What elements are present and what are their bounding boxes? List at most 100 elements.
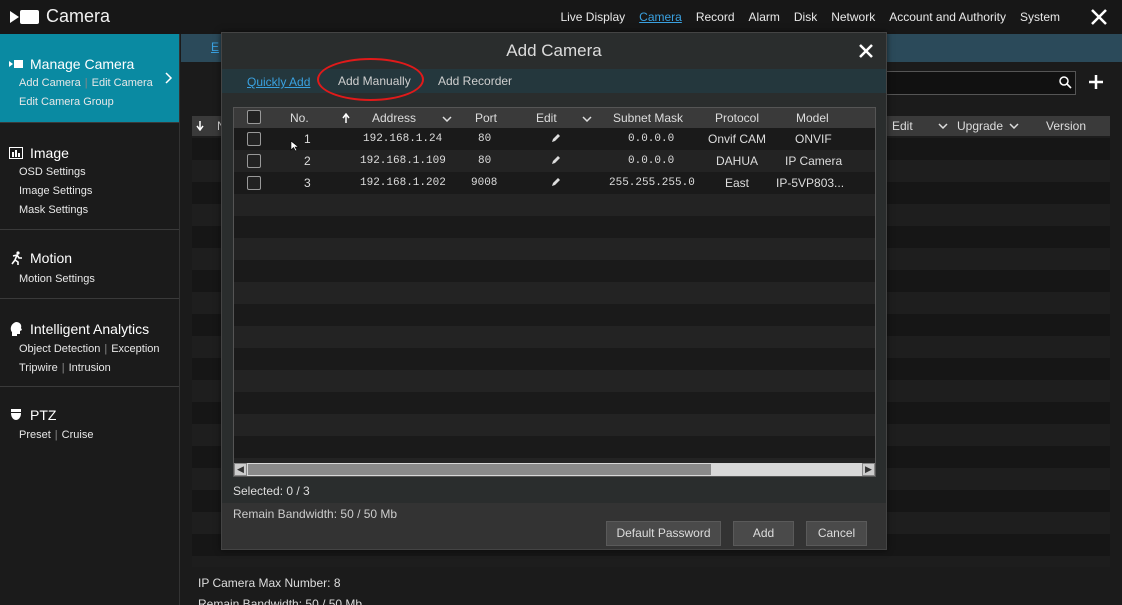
camera-search-table: No. Address Port Edit Subnet Mask Protoc… — [233, 107, 876, 477]
sidebar-item-intrusion[interactable]: Intrusion — [69, 362, 111, 374]
column-edit[interactable]: Edit — [536, 111, 557, 125]
selected-count: Selected: 0 / 3 — [233, 484, 310, 498]
mouse-pointer-icon — [290, 140, 300, 152]
nav-network[interactable]: Network — [831, 10, 875, 24]
add-button[interactable]: Add — [733, 521, 794, 546]
row-checkbox[interactable] — [247, 132, 261, 146]
nav-live-display[interactable]: Live Display — [560, 10, 625, 24]
nav-disk[interactable]: Disk — [794, 10, 817, 24]
scrollbar-thumb[interactable] — [248, 464, 711, 475]
pencil-icon[interactable] — [550, 155, 561, 166]
sidebar-title-intelligent-analytics: Intelligent Analytics — [30, 321, 150, 337]
sidebar-links-image: OSD Settings Image Settings Mask Setting… — [19, 163, 92, 220]
chevron-right-icon — [165, 72, 173, 84]
default-password-button[interactable]: Default Password — [606, 521, 721, 546]
sidebar-section-motion: Motion Motion Settings — [0, 230, 179, 299]
cell-protocol: Onvif CAM — [708, 132, 767, 146]
cell-subnet-mask: 0.0.0.0 — [628, 155, 675, 167]
column-no: No. — [290, 111, 309, 125]
table-row[interactable]: 3 192.168.1.202 9008 255.255.255.0 East … — [234, 172, 875, 194]
app-title: Camera — [46, 6, 111, 26]
cell-no: 1 — [304, 132, 311, 146]
nav-camera[interactable]: Camera — [639, 10, 682, 24]
column-port: Port — [475, 111, 498, 125]
table-row[interactable]: 2 192.168.1.109 80 0.0.0.0 DAHUA IP Came… — [234, 150, 875, 172]
chevron-down-icon[interactable] — [582, 116, 592, 122]
close-icon[interactable] — [858, 43, 874, 59]
chevron-down-icon[interactable] — [938, 123, 948, 129]
cell-model: IP Camera — [785, 154, 843, 168]
table-header: No. Address Port Edit Subnet Mask Protoc… — [234, 108, 875, 128]
sidebar-section-image: Image OSD Settings Image Settings Mask S… — [0, 123, 179, 230]
background-tab[interactable]: E — [211, 40, 219, 54]
head-icon — [8, 322, 24, 336]
sidebar-item-add-camera[interactable]: Add Camera — [19, 77, 81, 89]
cell-subnet-mask: 0.0.0.0 — [628, 133, 675, 145]
top-nav: Live Display Camera Record Alarm Disk Ne… — [546, 10, 1060, 24]
sidebar-item-exception[interactable]: Exception — [111, 343, 159, 355]
scroll-left-arrow-icon[interactable]: ◀ — [234, 463, 247, 476]
cell-port: 80 — [478, 133, 492, 145]
sidebar-item-motion-settings[interactable]: Motion Settings — [19, 273, 95, 285]
chevron-down-icon[interactable] — [1009, 123, 1019, 129]
top-bar: Camera Live Display Camera Record Alarm … — [0, 0, 1122, 34]
cell-protocol: DAHUA — [716, 154, 759, 168]
cell-subnet-mask: 255.255.255.0 — [609, 177, 695, 189]
running-person-icon — [8, 251, 24, 265]
close-icon[interactable] — [1090, 8, 1108, 26]
remain-bandwidth: Remain Bandwidth: 50 / 50 Mb — [233, 507, 398, 521]
chevron-down-icon[interactable] — [442, 116, 452, 122]
plus-icon[interactable] — [1088, 74, 1104, 90]
column-model: Model — [796, 111, 829, 125]
sidebar-section-manage-camera: Manage Camera Add Camera | Edit Camera Edi… — [0, 34, 179, 123]
background-search-input[interactable] — [880, 71, 1076, 95]
sidebar-item-osd-settings[interactable]: OSD Settings — [19, 166, 86, 178]
sidebar-item-mask-settings[interactable]: Mask Settings — [19, 204, 88, 216]
ip-camera-max-number: IP Camera Max Number: 8 — [198, 576, 341, 590]
empty-rows — [234, 194, 875, 464]
select-all-checkbox[interactable] — [247, 110, 261, 124]
nav-alarm[interactable]: Alarm — [749, 10, 780, 24]
scroll-right-arrow-icon[interactable]: ▶ — [862, 463, 875, 476]
tab-add-recorder[interactable]: Add Recorder — [438, 74, 512, 88]
cell-port: 9008 — [471, 177, 498, 189]
search-icon[interactable] — [1059, 76, 1072, 89]
arrow-down-icon[interactable] — [196, 121, 204, 131]
sidebar-item-edit-camera-group[interactable]: Edit Camera Group — [19, 96, 114, 108]
nav-system[interactable]: System — [1020, 10, 1060, 24]
column-address[interactable]: Address — [372, 111, 416, 125]
sidebar-item-preset[interactable]: Preset — [19, 429, 51, 441]
cell-address: 192.168.1.202 — [360, 177, 446, 189]
background-column-upgrade[interactable]: Upgrade — [957, 119, 1003, 133]
sidebar-head-motion[interactable]: Motion — [8, 250, 72, 266]
sidebar-head-image[interactable]: Image — [8, 145, 69, 161]
horizontal-scrollbar[interactable]: ◀ ▶ — [234, 463, 875, 476]
pencil-icon[interactable] — [550, 133, 561, 144]
sidebar-links-ptz: Preset | Cruise — [19, 429, 94, 441]
sidebar-item-cruise[interactable]: Cruise — [62, 429, 94, 441]
row-checkbox[interactable] — [247, 154, 261, 168]
nav-record[interactable]: Record — [696, 10, 735, 24]
sidebar-item-object-detection[interactable]: Object Detection — [19, 343, 100, 355]
sidebar-item-tripwire[interactable]: Tripwire — [19, 362, 58, 374]
cell-protocol: East — [725, 176, 750, 190]
sidebar-head-ptz[interactable]: PTZ — [8, 407, 56, 423]
sidebar-head-intelligent-analytics[interactable]: Intelligent Analytics — [8, 321, 149, 337]
table-row[interactable]: 1 192.168.1.24 80 0.0.0.0 Onvif CAM ONVI… — [234, 128, 875, 150]
sidebar-links-intelligent-analytics: Object Detection | Exception Tripwire | Intr… — [19, 343, 160, 374]
sidebar-links-manage-camera: Add Camera | Edit Camera Edit Camera Group — [19, 77, 153, 108]
sidebar-item-edit-camera[interactable]: Edit Camera — [92, 77, 153, 89]
cell-address: 192.168.1.109 — [360, 155, 446, 167]
tab-quickly-add[interactable]: Quickly Add — [247, 75, 310, 89]
sidebar-title-ptz: PTZ — [30, 407, 57, 423]
sort-arrow-up-icon[interactable] — [342, 113, 350, 123]
sidebar-item-image-settings[interactable]: Image Settings — [19, 185, 92, 197]
camera-icon — [8, 59, 24, 69]
pencil-icon[interactable] — [550, 177, 561, 188]
background-column-edit[interactable]: Edit — [892, 119, 913, 133]
row-checkbox[interactable] — [247, 176, 261, 190]
sidebar-head-manage-camera[interactable]: Manage Camera — [8, 56, 134, 72]
nav-account-authority[interactable]: Account and Authority — [889, 10, 1006, 24]
cancel-button[interactable]: Cancel — [806, 521, 867, 546]
cell-model: ONVIF — [795, 132, 832, 146]
